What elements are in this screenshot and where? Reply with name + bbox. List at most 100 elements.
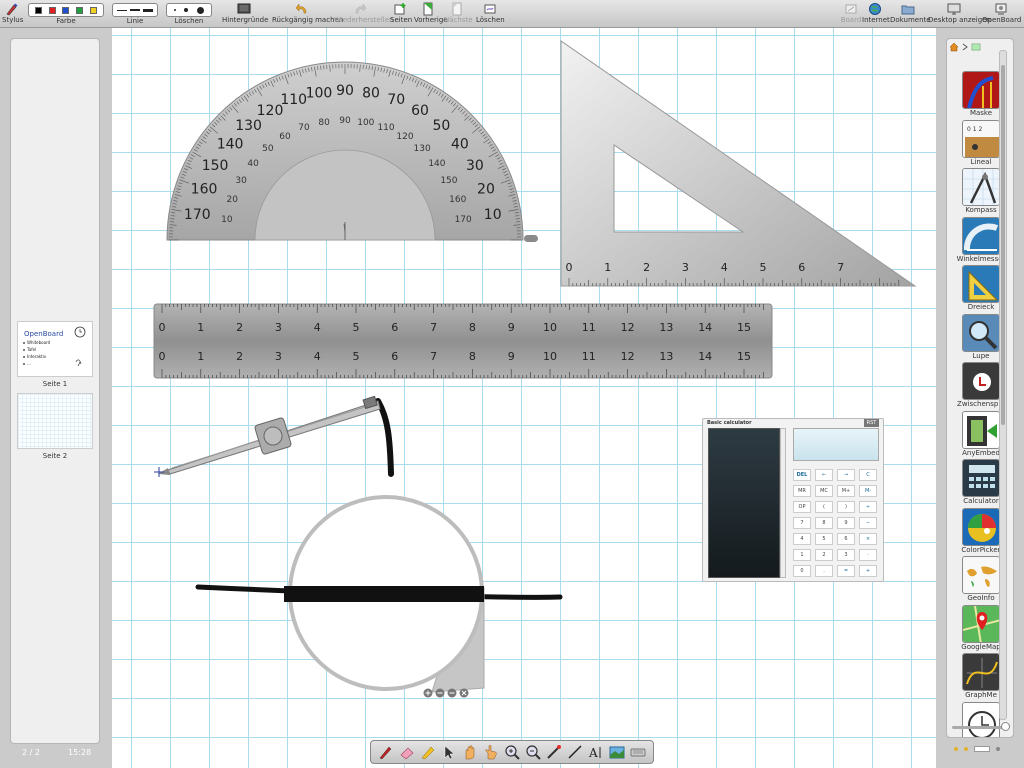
magnifier-tool[interactable] <box>284 495 485 698</box>
calculator-key[interactable]: 3 <box>837 549 855 561</box>
calculator-key[interactable]: 4 <box>793 533 811 545</box>
protractor-handle[interactable] <box>524 235 538 242</box>
calculator-key[interactable]: 9 <box>837 517 855 529</box>
previous-page-button[interactable]: Vorherige <box>414 2 448 26</box>
capture-icon[interactable] <box>608 743 626 761</box>
pages-button[interactable]: Seiten <box>390 2 412 26</box>
calculator-key[interactable]: − <box>859 517 877 529</box>
laser-icon[interactable] <box>545 743 563 761</box>
show-desktop-button[interactable]: Desktop anzeigen <box>928 2 991 26</box>
page-thumbnail-1[interactable]: OpenBoard Whiteboard Tafel Interaktiv ..… <box>17 321 93 377</box>
calculator-widget[interactable]: Basic calculator RST DEL ← → C MR MC M+ M- OP () ÷… <box>702 418 884 582</box>
favorite-dot-icon[interactable] <box>964 747 968 751</box>
whiteboard-canvas[interactable]: 170 10 160 20 150 30 140 40 130 50 120 60 110 70 100 80… <box>112 28 936 768</box>
line-icon[interactable] <box>566 743 584 761</box>
keyboard-icon[interactable] <box>629 743 647 761</box>
text-icon[interactable]: A <box>587 743 605 761</box>
calculator-key[interactable]: 2 <box>815 549 833 561</box>
calculator-key[interactable]: ÷ <box>859 501 877 513</box>
page-thumbnail-2[interactable] <box>17 393 93 449</box>
selector-icon[interactable] <box>440 743 458 761</box>
mask-icon <box>962 71 1000 109</box>
protractor-inner-label: 30 <box>235 176 247 186</box>
color-swatch-1[interactable] <box>35 6 43 14</box>
calculator-key[interactable]: 8 <box>815 517 833 529</box>
eraser-small[interactable] <box>174 9 177 11</box>
board-button[interactable]: Board <box>840 2 862 26</box>
zoom-in-icon[interactable] <box>503 743 521 761</box>
film-icon <box>962 410 1000 449</box>
calculator-key[interactable]: MC <box>815 485 833 497</box>
library-scrollbar-thumb[interactable] <box>1001 65 1005 425</box>
library-zoom-slider[interactable] <box>952 726 1008 729</box>
calculator-key[interactable]: M+ <box>837 485 855 497</box>
calculator-key[interactable]: C <box>859 469 877 481</box>
protractor-tool[interactable]: 170 1016020150301404013050120601107010080… <box>166 61 538 242</box>
home-icon[interactable] <box>949 42 959 52</box>
line-thick[interactable] <box>142 8 153 12</box>
calculator-key[interactable]: 0 <box>793 565 811 577</box>
calculator-key[interactable]: ( <box>815 501 833 513</box>
ruler-label-top: 4 <box>314 321 321 334</box>
calculator-key[interactable]: DEL <box>793 469 811 481</box>
favorite-dot-icon[interactable] <box>954 747 958 751</box>
redo-button[interactable]: Wiederherstellen <box>334 2 393 26</box>
documents-button[interactable]: Dokumente <box>890 2 931 26</box>
calculator-key[interactable]: MR <box>793 485 811 497</box>
ruler-label-bottom: 11 <box>582 350 596 363</box>
calculator-key[interactable]: 6 <box>837 533 855 545</box>
openboard-menu-button[interactable]: OpenBoard <box>982 2 1021 26</box>
color-swatch-3[interactable] <box>62 6 70 14</box>
eraser-medium[interactable] <box>184 8 189 12</box>
backgrounds-button[interactable]: Hintergründe <box>222 2 268 26</box>
pointer-hand-icon[interactable] <box>482 743 500 761</box>
hand-icon[interactable] <box>461 743 479 761</box>
next-page-button[interactable]: Nächste <box>444 2 473 26</box>
protractor-inner-label: 100 <box>357 118 374 128</box>
calculator-key[interactable]: · <box>859 549 877 561</box>
calculator-history-scrollbar[interactable] <box>780 428 786 578</box>
calculator-key[interactable]: . <box>815 565 833 577</box>
color-swatch-5[interactable] <box>89 6 97 14</box>
calculator-icon <box>962 459 1000 497</box>
color-swatch-4[interactable] <box>76 6 84 14</box>
internet-button[interactable]: Internet <box>862 2 890 26</box>
calculator-key[interactable]: ) <box>837 501 855 513</box>
line-medium[interactable] <box>129 9 140 11</box>
triangle-tool[interactable]: 0 1 2 3 4 5 6 7 <box>560 40 917 287</box>
library-zoom-slider-knob[interactable] <box>1001 722 1010 731</box>
color-swatch-2[interactable] <box>48 6 56 14</box>
calculator-key[interactable]: = <box>837 565 855 577</box>
calculator-key[interactable]: + <box>859 565 877 577</box>
marker-icon[interactable] <box>419 743 437 761</box>
library-search-field[interactable] <box>974 746 990 752</box>
calculator-key[interactable]: → <box>837 469 855 481</box>
calculator-key[interactable]: 1 <box>793 549 811 561</box>
library-menu-dot-icon[interactable] <box>996 747 1000 751</box>
calculator-key[interactable]: 5 <box>815 533 833 545</box>
ruler-label-bottom: 13 <box>659 350 673 363</box>
eraser-large[interactable] <box>196 6 204 14</box>
library-scrollbar[interactable] <box>999 50 1007 720</box>
calculator-reset-button[interactable]: RST <box>864 419 879 427</box>
calculator-key[interactable]: × <box>859 533 877 545</box>
ruler-label-bottom: 5 <box>353 350 360 363</box>
ruler-label-bottom: 0 <box>159 350 166 363</box>
stylus-button[interactable]: Stylus <box>2 2 23 26</box>
calculator-key[interactable]: 7 <box>793 517 811 529</box>
calculator-key[interactable]: M- <box>859 485 877 497</box>
library-folder-icon[interactable] <box>971 42 981 52</box>
ruler-tool[interactable]: 0011223344556677889910101111121213131414… <box>153 303 773 379</box>
undo-button[interactable]: Rückgängig machen <box>272 2 343 26</box>
pen-icon[interactable] <box>377 743 395 761</box>
protractor-inner-label: 110 <box>377 123 394 133</box>
ruler-label-top: 2 <box>236 321 243 334</box>
clear-page-button[interactable]: Löschen <box>476 2 505 26</box>
openboard-menu-icon <box>995 3 1007 15</box>
compass-tool[interactable] <box>154 395 394 477</box>
calculator-key[interactable]: OP <box>793 501 811 513</box>
zoom-out-icon[interactable] <box>524 743 542 761</box>
eraser-icon[interactable] <box>398 743 416 761</box>
line-thin[interactable] <box>117 9 128 11</box>
calculator-key[interactable]: ← <box>815 469 833 481</box>
